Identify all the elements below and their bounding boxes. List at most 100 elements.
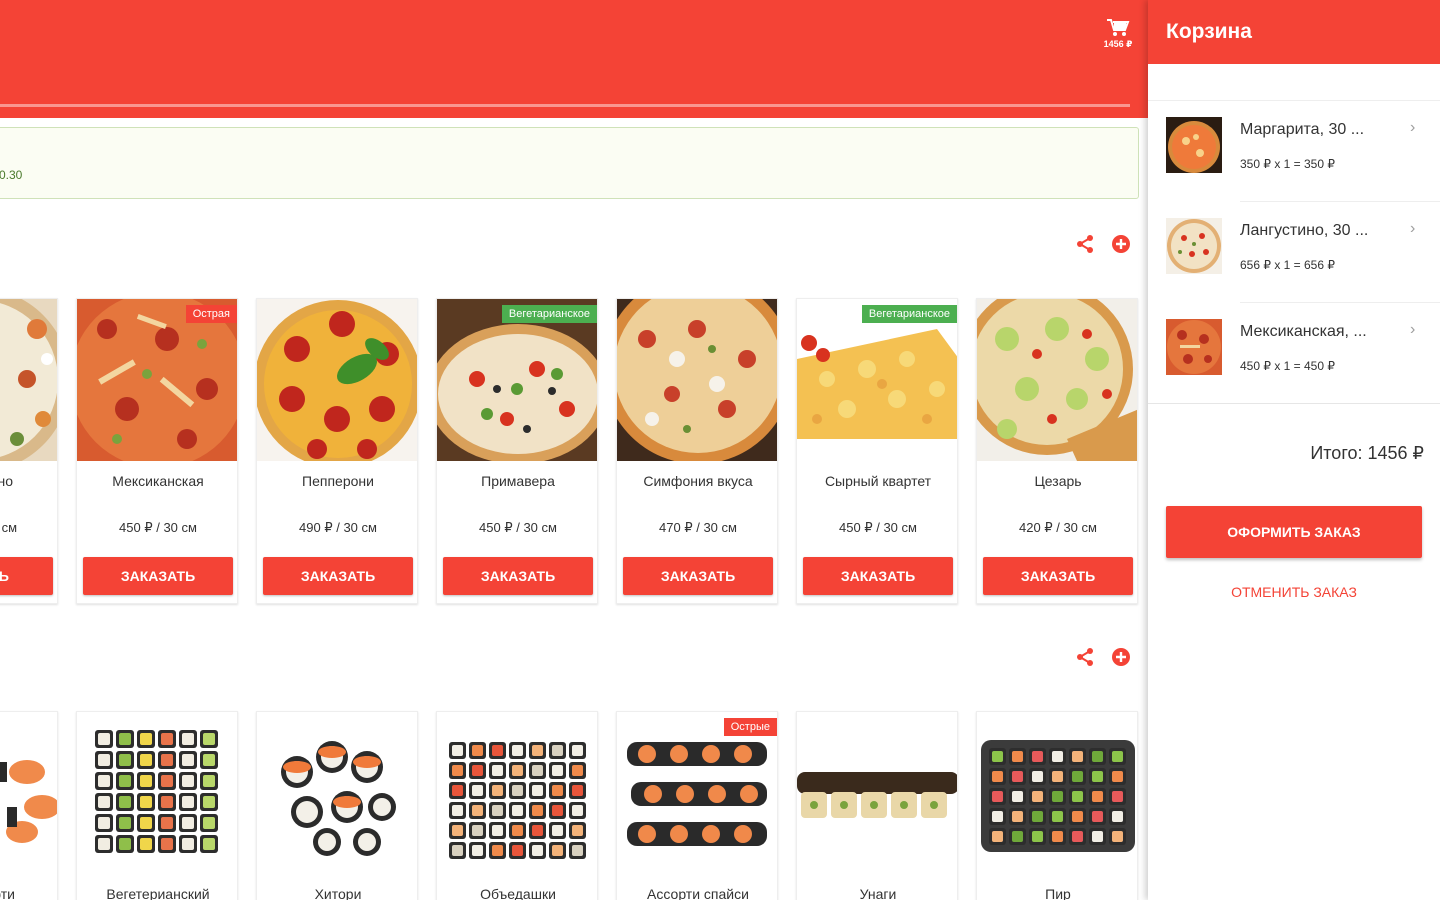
sushi-section-actions bbox=[1074, 645, 1134, 669]
order-button[interactable]: ЗАКАЗАТЬ bbox=[803, 557, 953, 595]
product-name: Примавера bbox=[481, 473, 555, 489]
cart-item[interactable]: Мексиканская, ... 450 ₽ x 1 = 450 ₽ › bbox=[1148, 303, 1440, 404]
add-section-button[interactable] bbox=[1110, 233, 1132, 255]
cart-item-image bbox=[1166, 319, 1222, 375]
cart-button[interactable]: 1456 ₽ bbox=[1096, 18, 1140, 54]
product-name: но bbox=[0, 473, 13, 489]
product-card[interactable]: Вегетарианское Примавера 450 ₽ / 30 см З… bbox=[436, 298, 598, 604]
product-card[interactable]: Цезарь 420 ₽ / 30 см ЗАКАЗАТЬ bbox=[976, 298, 1138, 604]
product-price: 470 ₽ / 30 см bbox=[659, 520, 737, 535]
share-icon bbox=[1077, 235, 1093, 253]
order-button[interactable]: ТЬ bbox=[0, 557, 53, 595]
product-price: 490 ₽ / 30 см bbox=[299, 520, 377, 535]
product-card[interactable]: Пепперони 490 ₽ / 30 см ЗАКАЗАТЬ bbox=[256, 298, 418, 604]
product-image bbox=[617, 299, 777, 461]
product-card[interactable]: Объедашки bbox=[436, 711, 598, 900]
checkout-button[interactable]: ОФОРМИТЬ ЗАКАЗ bbox=[1166, 506, 1422, 558]
cart-icon bbox=[1107, 19, 1130, 36]
cart-item-name: Мексиканская, ... bbox=[1240, 323, 1367, 340]
product-name: Вегетерианский bbox=[106, 886, 210, 900]
app-root: 1456 ₽ 0.30 о см Острая Мексиканская 450… bbox=[0, 0, 1440, 900]
cart-panel: Корзина Маргарита, 30 ... 350 ₽ x 1 = 35… bbox=[1148, 0, 1440, 900]
cart-item-image bbox=[1166, 117, 1222, 173]
product-name: Цезарь bbox=[1034, 473, 1082, 489]
cancel-order-button[interactable]: ОТМЕНИТЬ ЗАКАЗ bbox=[1166, 584, 1422, 600]
product-name: Ассорти спайси bbox=[647, 886, 749, 900]
product-image bbox=[437, 712, 597, 874]
product-image bbox=[257, 712, 417, 874]
product-name: Хитори bbox=[314, 886, 362, 900]
notice-text: 0.30 bbox=[0, 168, 23, 182]
cart-item-list: Маргарита, 30 ... 350 ₽ x 1 = 350 ₽ › Ла… bbox=[1148, 100, 1440, 404]
share-icon bbox=[1077, 648, 1093, 666]
product-price: 450 ₽ / 30 см bbox=[479, 520, 557, 535]
pizza-section-actions bbox=[1074, 232, 1134, 256]
product-name: Пепперони bbox=[302, 473, 374, 489]
cart-item-image bbox=[1166, 218, 1222, 274]
product-price: см bbox=[1, 520, 17, 535]
product-image bbox=[977, 712, 1137, 874]
order-button[interactable]: ЗАКАЗАТЬ bbox=[83, 557, 233, 595]
product-image bbox=[77, 299, 237, 461]
product-card[interactable]: Симфония вкуса 470 ₽ / 30 см ЗАКАЗАТЬ bbox=[616, 298, 778, 604]
product-image bbox=[617, 712, 777, 874]
cart-total: Итого: 1456 ₽ bbox=[1310, 443, 1424, 463]
product-card[interactable]: Острые Ассорти спайси bbox=[616, 711, 778, 900]
chevron-right-icon[interactable]: › bbox=[1410, 321, 1415, 339]
roll-grid bbox=[989, 748, 1126, 845]
tab-indicator-line bbox=[0, 104, 1130, 107]
product-card[interactable]: Вегетерианский bbox=[76, 711, 238, 900]
menu-area: 1456 ₽ 0.30 о см Острая Мексиканская 450… bbox=[0, 0, 1148, 900]
product-image bbox=[0, 299, 57, 461]
product-image bbox=[977, 299, 1137, 461]
product-card[interactable]: ссорти bbox=[0, 711, 58, 900]
product-image bbox=[77, 712, 237, 874]
share-button[interactable] bbox=[1074, 233, 1096, 255]
cart-item-name: Маргарита, 30 ... bbox=[1240, 121, 1365, 138]
cart-item-name: Лангустино, 30 ... bbox=[1240, 222, 1369, 239]
product-image bbox=[797, 299, 957, 461]
product-price: 450 ₽ / 30 см bbox=[119, 520, 197, 535]
cart-item-calc: 350 ₽ x 1 = 350 ₽ bbox=[1240, 157, 1335, 171]
product-name: Симфония вкуса bbox=[643, 473, 753, 489]
order-button[interactable]: ЗАКАЗАТЬ bbox=[983, 557, 1133, 595]
cart-item-calc: 450 ₽ x 1 = 450 ₽ bbox=[1240, 359, 1335, 373]
product-card[interactable]: Унаги bbox=[796, 711, 958, 900]
order-button[interactable]: ЗАКАЗАТЬ bbox=[623, 557, 773, 595]
vegetarian-badge: Вегетарианское bbox=[501, 305, 597, 323]
product-name: Сырный квартет bbox=[824, 473, 932, 489]
product-image bbox=[437, 299, 597, 461]
vegetarian-badge: Вегетарианское bbox=[861, 305, 957, 323]
info-notice: 0.30 bbox=[0, 127, 1139, 199]
product-image bbox=[257, 299, 417, 461]
product-image bbox=[797, 712, 957, 874]
cart-item[interactable]: Маргарита, 30 ... 350 ₽ x 1 = 350 ₽ › bbox=[1148, 101, 1440, 202]
product-card[interactable]: Хитори bbox=[256, 711, 418, 900]
cart-header: Корзина bbox=[1148, 0, 1440, 64]
product-name: Мексиканская bbox=[112, 473, 204, 489]
spicy-badge: Острые bbox=[723, 718, 777, 736]
product-name: ссорти bbox=[0, 886, 15, 900]
chevron-right-icon[interactable]: › bbox=[1410, 119, 1415, 137]
product-name: Унаги bbox=[859, 886, 897, 900]
product-price: 420 ₽ / 30 см bbox=[1019, 520, 1097, 535]
add-circle-icon bbox=[1112, 648, 1130, 666]
product-image bbox=[0, 712, 57, 874]
app-toolbar: 1456 ₽ bbox=[0, 0, 1148, 118]
product-name: Пир bbox=[1045, 886, 1071, 900]
order-button[interactable]: ЗАКАЗАТЬ bbox=[443, 557, 593, 595]
product-card[interactable]: Вегетарианское Сырный квартет 450 ₽ / 30… bbox=[796, 298, 958, 604]
share-button[interactable] bbox=[1074, 646, 1096, 668]
cart-item[interactable]: Лангустино, 30 ... 656 ₽ x 1 = 656 ₽ › bbox=[1148, 202, 1440, 303]
product-card[interactable]: Острая Мексиканская 450 ₽ / 30 см ЗАКАЗА… bbox=[76, 298, 238, 604]
cart-total-short: 1456 ₽ bbox=[1103, 39, 1133, 49]
add-section-button[interactable] bbox=[1110, 646, 1132, 668]
product-name: Объедашки bbox=[480, 886, 556, 900]
order-button[interactable]: ЗАКАЗАТЬ bbox=[263, 557, 413, 595]
product-card[interactable]: Пир bbox=[976, 711, 1138, 900]
spicy-badge: Острая bbox=[185, 305, 237, 323]
chevron-right-icon[interactable]: › bbox=[1410, 220, 1415, 238]
cart-item-calc: 656 ₽ x 1 = 656 ₽ bbox=[1240, 258, 1335, 272]
product-card[interactable]: но см ТЬ bbox=[0, 298, 58, 604]
cart-title: Корзина bbox=[1166, 20, 1252, 43]
